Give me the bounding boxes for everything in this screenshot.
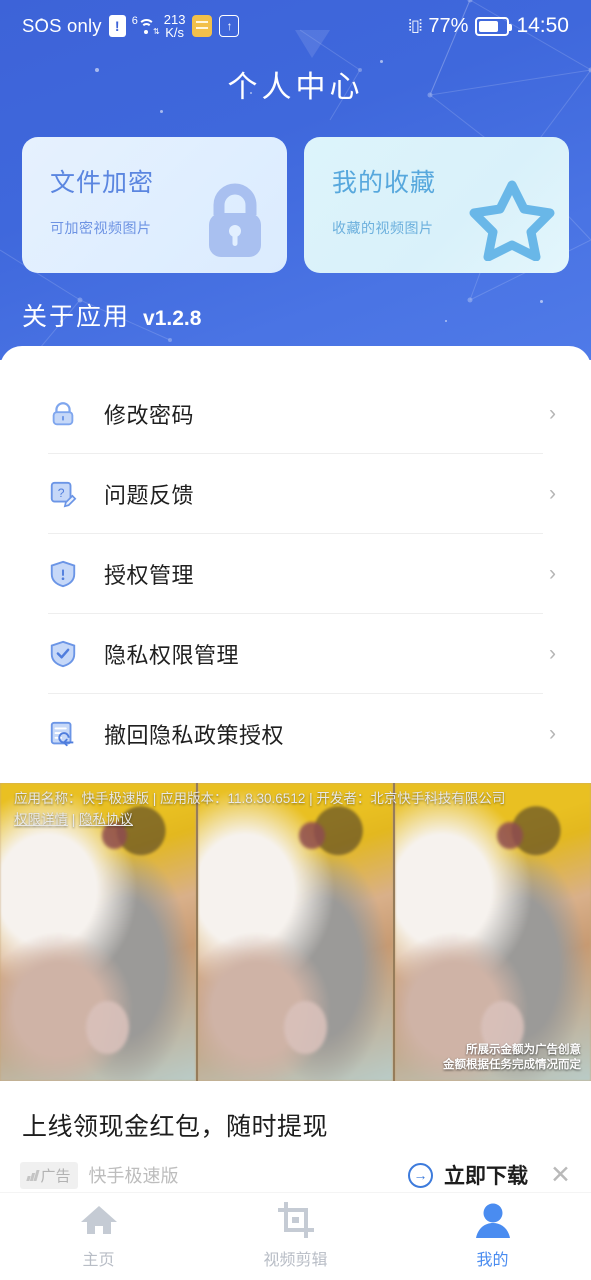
ad-bars-icon xyxy=(26,1169,40,1181)
star-icon xyxy=(469,180,555,261)
ad-badge: 广告 xyxy=(20,1161,78,1189)
vibrate-icon: ⦙▯⦙ xyxy=(408,18,422,35)
person-icon xyxy=(475,1203,510,1238)
about-section-header: 关于应用 v1.2.8 xyxy=(22,297,201,333)
chevron-right-icon: › xyxy=(549,562,556,585)
status-bar: SOS only ! 6 ⇅ 213 K/s ↑ ⦙▯⦙ 77% 14:50 xyxy=(0,0,591,52)
menu-item-feedback[interactable]: ? 问题反馈 › xyxy=(0,454,591,533)
battery-percent-label: 77% xyxy=(428,14,469,37)
tab-label: 我的 xyxy=(476,1252,509,1269)
menu-item-authorization[interactable]: 授权管理 › xyxy=(0,534,591,613)
app-version: v1.2.8 xyxy=(143,307,202,330)
ad-disclosure-line: 应用名称：快手极速版 | 应用版本：11.8.30.6512 | 开发者：北京快… xyxy=(14,791,506,806)
ad-title: 上线领现金红包，随时提现 xyxy=(22,1113,329,1141)
chevron-right-icon: › xyxy=(549,642,556,665)
svg-text:?: ? xyxy=(58,485,65,499)
menu-item-label: 问题反馈 xyxy=(104,482,195,508)
ad-disclosure: 应用名称：快手极速版 | 应用版本：11.8.30.6512 | 开发者：北京快… xyxy=(14,789,581,831)
ad-watermark-line1: 所展示金额为广告创意 xyxy=(466,1043,581,1056)
tab-label: 视频剪辑 xyxy=(263,1252,328,1269)
network-speed: 213 K/s xyxy=(163,11,186,40)
chevron-right-icon: › xyxy=(549,482,556,505)
ad-brand-label: 快手极速版 xyxy=(88,1166,179,1186)
advertisement[interactable]: 应用名称：快手极速版 | 应用版本：11.8.30.6512 | 开发者：北京快… xyxy=(0,783,591,1190)
menu-item-label: 撤回隐私政策授权 xyxy=(104,722,285,748)
chevron-right-icon: › xyxy=(549,402,556,425)
menu-item-label: 隐私权限管理 xyxy=(104,642,240,668)
ad-cta-label: 立即下载 xyxy=(444,1165,529,1188)
menu-item-privacy-permissions[interactable]: 隐私权限管理 › xyxy=(0,614,591,693)
page-title: 个人中心 xyxy=(227,71,364,104)
lock-icon xyxy=(52,401,74,425)
tab-video-editing[interactable]: 视频剪辑 xyxy=(197,1200,394,1270)
tab-profile[interactable]: 我的 xyxy=(394,1200,591,1270)
ad-cta[interactable]: → 立即下载 xyxy=(408,1160,528,1190)
ad-badge-label: 广告 xyxy=(40,1167,71,1185)
ad-footer: 广告 快手极速版 → 立即下载 ✕ xyxy=(0,1143,591,1190)
lock-icon xyxy=(209,183,261,257)
ad-permission-link[interactable]: 权限详情 xyxy=(14,812,68,827)
menu-item-label: 修改密码 xyxy=(104,402,195,428)
tab-home[interactable]: 主页 xyxy=(0,1200,197,1270)
ad-watermark: 所展示金额为广告创意 金额根据任务完成情况而定 xyxy=(443,1043,581,1074)
shield-check-icon xyxy=(50,640,76,667)
document-revoke-icon xyxy=(50,721,74,746)
menu-item-revoke-privacy[interactable]: 撤回隐私政策授权 › xyxy=(0,694,591,773)
wifi-generation-label: 6 xyxy=(131,15,138,27)
about-label: 关于应用 xyxy=(22,303,131,331)
network-speed-unit: K/s xyxy=(165,25,184,40)
upload-icon: ↑ xyxy=(219,15,240,37)
clock-label: 14:50 xyxy=(516,14,569,37)
feedback-edit-icon: ? xyxy=(50,481,77,507)
shield-exclamation-icon xyxy=(50,560,76,587)
menu-item-label: 授权管理 xyxy=(104,562,195,588)
carrier-label: SOS only xyxy=(22,15,102,36)
crop-icon xyxy=(277,1202,314,1238)
network-speed-value: 213 xyxy=(163,11,186,27)
sim-icon xyxy=(192,15,213,37)
phone-screen: SOS only ! 6 ⇅ 213 K/s ↑ ⦙▯⦙ 77% 14:50 个… xyxy=(0,0,591,1280)
menu-item-change-password[interactable]: 修改密码 › xyxy=(0,374,591,453)
bottom-tab-bar: 主页 视频剪辑 我的 xyxy=(0,1192,591,1280)
ad-privacy-link[interactable]: 隐私协议 xyxy=(79,812,133,827)
ad-media[interactable]: 应用名称：快手极速版 | 应用版本：11.8.30.6512 | 开发者：北京快… xyxy=(0,783,591,1081)
ad-disclosure-separator: | xyxy=(68,811,80,827)
home-icon xyxy=(80,1206,117,1234)
wifi-icon: 6 ⇅ xyxy=(131,15,160,36)
tab-label: 主页 xyxy=(82,1252,115,1269)
arrow-right-circle-icon: → xyxy=(408,1162,434,1188)
chevron-right-icon: › xyxy=(549,722,556,745)
close-icon[interactable]: ✕ xyxy=(550,1162,571,1188)
card-file-encryption[interactable]: 文件加密 可加密视频图片 xyxy=(22,137,287,273)
content-sheet: 修改密码 › ? 问题反馈 › 授权管理 › 隐私权限管理 › 撤回隐私政策授权… xyxy=(0,346,591,1280)
card-my-favorites[interactable]: 我的收藏 收藏的视频图片 xyxy=(304,137,569,273)
alert-icon: ! xyxy=(108,15,126,37)
ad-watermark-line2: 金额根据任务完成情况而定 xyxy=(443,1059,581,1072)
feature-cards: 文件加密 可加密视频图片 我的收藏 收藏的视频图片 xyxy=(0,137,591,273)
settings-menu: 修改密码 › ? 问题反馈 › 授权管理 › 隐私权限管理 › 撤回隐私政策授权… xyxy=(0,346,591,773)
battery-icon xyxy=(475,16,513,36)
